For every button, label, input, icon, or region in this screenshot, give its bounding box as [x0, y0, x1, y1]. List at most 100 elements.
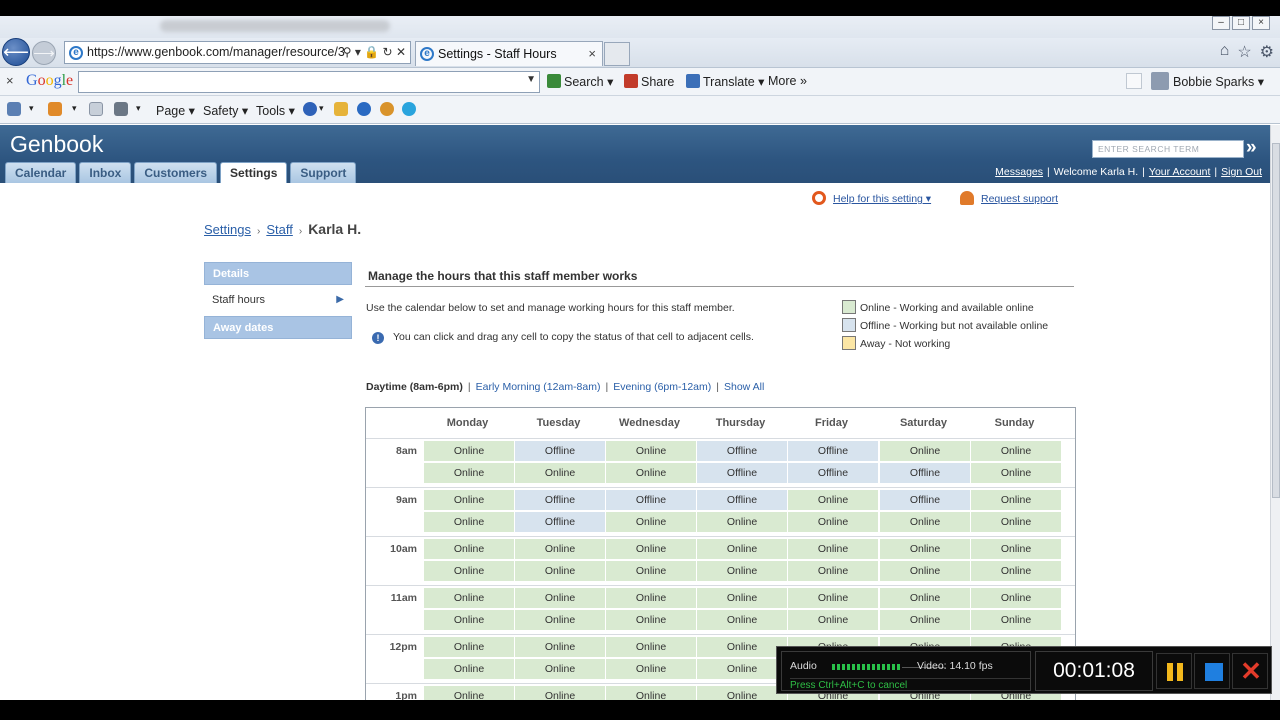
breadcrumb-staff[interactable]: Staff	[266, 222, 293, 237]
tab-support[interactable]: Support	[290, 162, 357, 183]
help-for-setting-link[interactable]: Help for this setting ▾	[833, 193, 931, 205]
time-slot-cell[interactable]: Online	[697, 588, 787, 608]
time-slot-cell[interactable]: Online	[424, 588, 514, 608]
time-slot-cell[interactable]: Online	[788, 539, 878, 559]
favorites-star-icon[interactable]: ☆	[1237, 42, 1251, 62]
sign-out-link[interactable]: Sign Out	[1221, 166, 1262, 178]
genbook-logo[interactable]: Genbook	[10, 131, 103, 158]
time-slot-cell[interactable]: Online	[697, 610, 787, 630]
google-search-input[interactable]: ▼	[78, 71, 540, 93]
chevron-down-icon[interactable]: ▼	[526, 74, 536, 85]
forward-button[interactable]: ⟶	[32, 41, 56, 65]
time-slot-cell[interactable]: Online	[606, 561, 696, 581]
time-slot-cell[interactable]: Online	[606, 588, 696, 608]
feeds-icon[interactable]	[48, 102, 62, 116]
time-slot-cell[interactable]: Online	[697, 539, 787, 559]
time-slot-cell[interactable]: Online	[880, 512, 970, 532]
time-slot-cell[interactable]: Online	[424, 561, 514, 581]
time-slot-cell[interactable]: Online	[424, 610, 514, 630]
time-slot-cell[interactable]: Online	[971, 588, 1061, 608]
time-slot-cell[interactable]: Online	[606, 539, 696, 559]
time-slot-cell[interactable]: Online	[606, 463, 696, 483]
page-menu[interactable]: Page ▾	[156, 103, 195, 118]
settings-gear-icon[interactable]: ⚙	[1260, 42, 1274, 62]
maximize-button[interactable]: □	[1232, 16, 1250, 30]
time-slot-cell[interactable]: Online	[971, 441, 1061, 461]
search-go-icon[interactable]: »	[1246, 137, 1257, 159]
time-slot-cell[interactable]: Online	[788, 588, 878, 608]
messages-link[interactable]: Messages	[995, 166, 1043, 178]
new-tab-button[interactable]	[604, 42, 630, 66]
view-early-morning[interactable]: Early Morning (12am-8am)	[476, 381, 601, 393]
time-slot-cell[interactable]: Online	[697, 659, 787, 679]
time-slot-cell[interactable]: Offline	[880, 463, 970, 483]
time-slot-cell[interactable]: Offline	[697, 441, 787, 461]
time-slot-cell[interactable]: Online	[515, 539, 605, 559]
home-icon[interactable]	[7, 102, 21, 116]
time-slot-cell[interactable]: Online	[515, 610, 605, 630]
time-slot-cell[interactable]: Online	[424, 441, 514, 461]
time-slot-cell[interactable]: Online	[606, 659, 696, 679]
toolbar-option-box[interactable]	[1126, 73, 1142, 89]
tab-settings-staff-hours[interactable]: e Settings - Staff Hours ×	[415, 41, 603, 66]
tools-menu[interactable]: Tools ▾	[256, 103, 295, 118]
time-slot-cell[interactable]: Offline	[606, 490, 696, 510]
time-slot-cell[interactable]: Online	[788, 490, 878, 510]
side-item-staff-hours[interactable]: Staff hours ▶	[204, 289, 352, 312]
time-slot-cell[interactable]: Online	[880, 561, 970, 581]
close-recorder-button[interactable]: ✕	[1232, 653, 1268, 689]
time-slot-cell[interactable]: Offline	[697, 463, 787, 483]
time-slot-cell[interactable]: Online	[515, 588, 605, 608]
time-slot-cell[interactable]: Online	[880, 610, 970, 630]
time-slot-cell[interactable]: Offline	[880, 490, 970, 510]
time-slot-cell[interactable]: Online	[515, 659, 605, 679]
time-slot-cell[interactable]: Online	[971, 463, 1061, 483]
addon-globe-icon[interactable]	[380, 102, 394, 116]
time-slot-cell[interactable]: Offline	[515, 441, 605, 461]
time-slot-cell[interactable]: Online	[424, 539, 514, 559]
tab-customers[interactable]: Customers	[134, 162, 218, 183]
chevron-down-icon[interactable]: ▾	[29, 103, 34, 114]
time-slot-cell[interactable]: Online	[971, 561, 1061, 581]
hp-icon[interactable]	[357, 102, 371, 116]
time-slot-cell[interactable]: Online	[971, 512, 1061, 532]
chevron-down-icon[interactable]: ▾	[319, 103, 324, 114]
side-item-details[interactable]: Details	[204, 262, 352, 285]
minimize-button[interactable]: –	[1212, 16, 1230, 30]
time-slot-cell[interactable]: Online	[971, 490, 1061, 510]
stop-button[interactable]	[1194, 653, 1230, 689]
toolbar-close-icon[interactable]: ×	[6, 73, 14, 88]
tab-inbox[interactable]: Inbox	[79, 162, 132, 183]
share-button[interactable]: Share	[624, 74, 674, 89]
tab-settings[interactable]: Settings	[220, 162, 288, 183]
google-search-button[interactable]: Search ▾	[547, 74, 613, 89]
chevron-down-icon[interactable]: ▾	[136, 103, 141, 114]
user-menu[interactable]: Bobbie Sparks ▾	[1173, 74, 1264, 89]
breadcrumb-settings[interactable]: Settings	[204, 222, 251, 237]
time-slot-cell[interactable]: Online	[697, 561, 787, 581]
side-item-away-dates[interactable]: Away dates	[204, 316, 352, 339]
time-slot-cell[interactable]: Online	[606, 512, 696, 532]
back-button[interactable]: ⟵	[2, 38, 30, 66]
time-slot-cell[interactable]: Online	[880, 441, 970, 461]
time-slot-cell[interactable]: Online	[697, 512, 787, 532]
pause-button[interactable]	[1156, 653, 1192, 689]
view-evening[interactable]: Evening (6pm-12am)	[613, 381, 711, 393]
time-slot-cell[interactable]: Online	[606, 637, 696, 657]
view-show-all[interactable]: Show All	[724, 381, 764, 393]
chevron-down-icon[interactable]: ▾	[72, 103, 77, 114]
skype-icon[interactable]	[402, 102, 416, 116]
scrollbar-thumb[interactable]	[1272, 143, 1280, 498]
time-slot-cell[interactable]: Online	[515, 637, 605, 657]
time-slot-cell[interactable]: Online	[606, 610, 696, 630]
address-bar[interactable]: e https://www.genbook.com/manager/resour…	[64, 41, 411, 64]
time-slot-cell[interactable]: Online	[424, 512, 514, 532]
more-button[interactable]: More »	[768, 74, 807, 88]
site-search-input[interactable]: ENTER SEARCH TERM	[1092, 140, 1244, 158]
time-slot-cell[interactable]: Online	[971, 539, 1061, 559]
tab-close-icon[interactable]: ×	[588, 42, 596, 66]
time-slot-cell[interactable]: Online	[697, 637, 787, 657]
time-slot-cell[interactable]: Online	[971, 610, 1061, 630]
time-slot-cell[interactable]: Offline	[788, 441, 878, 461]
time-slot-cell[interactable]: Offline	[515, 490, 605, 510]
